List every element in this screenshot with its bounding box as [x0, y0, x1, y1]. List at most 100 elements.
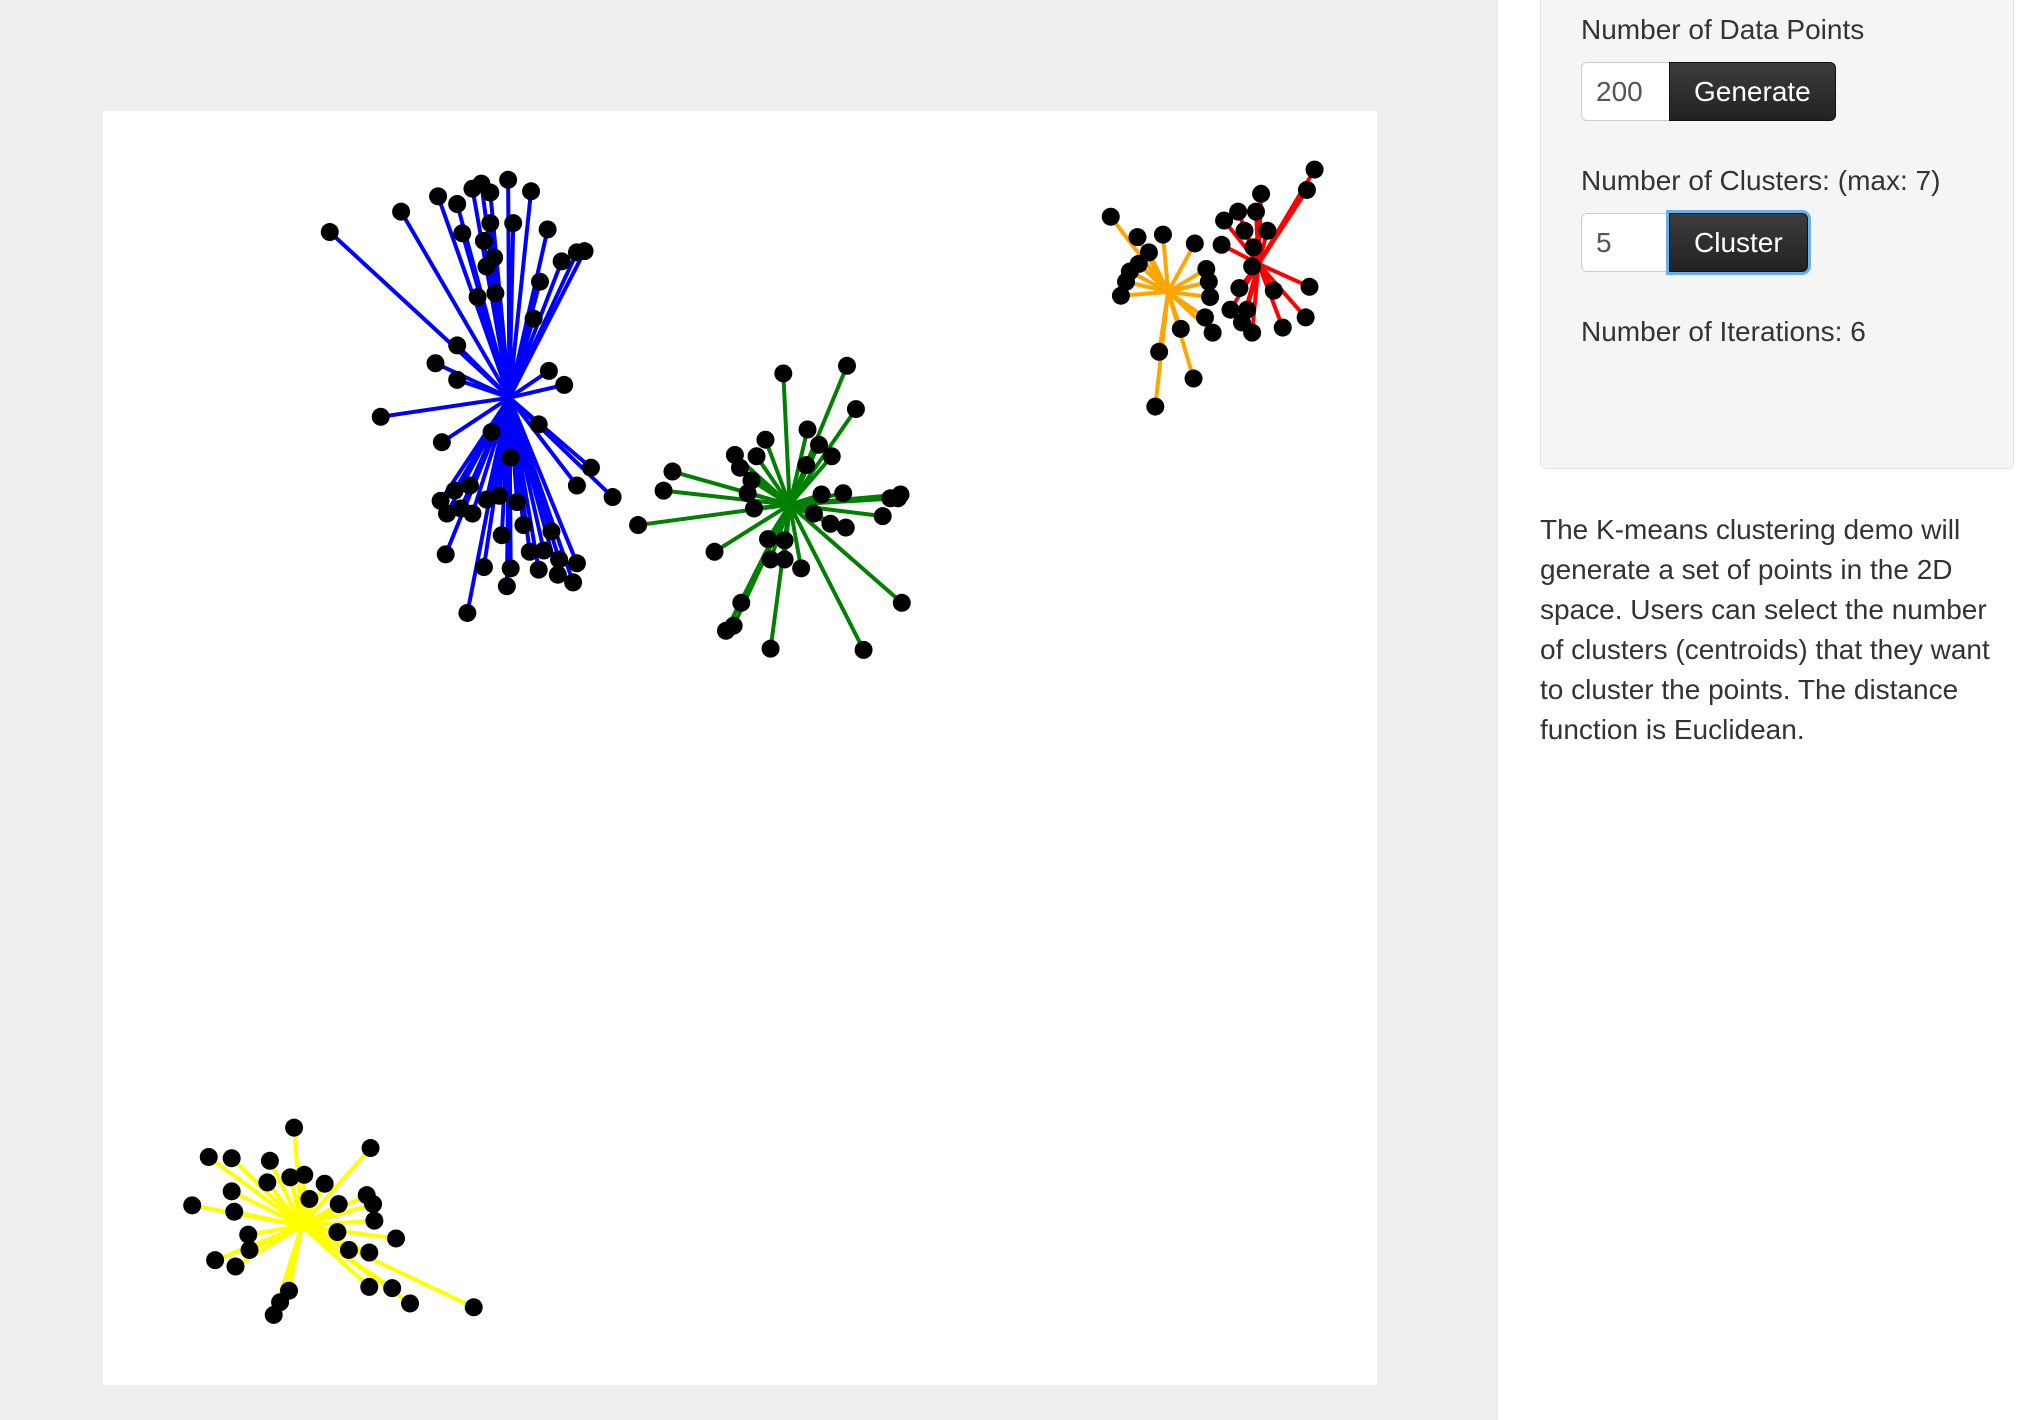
- data-point: [460, 476, 479, 495]
- data-point: [240, 1240, 259, 1259]
- data-point: [432, 433, 451, 452]
- data-point: [392, 202, 411, 221]
- data-point: [183, 1196, 202, 1215]
- cluster-lines: [191, 168, 1317, 1316]
- data-point: [1203, 323, 1222, 342]
- data-point: [1201, 288, 1220, 307]
- data-point: [804, 504, 823, 523]
- data-point: [464, 1298, 483, 1317]
- data-point: [629, 516, 648, 535]
- data-point: [774, 364, 793, 383]
- data-point: [1117, 272, 1136, 291]
- generate-button[interactable]: Generate: [1669, 62, 1836, 121]
- data-point: [761, 639, 780, 658]
- data-point: [1185, 234, 1204, 253]
- data-point: [371, 407, 390, 426]
- data-point: [1150, 342, 1169, 361]
- data-point: [821, 514, 840, 533]
- data-point: [320, 223, 339, 242]
- controls-panel: Number of Data Points Generate Number of…: [1540, 0, 2014, 469]
- data-point: [732, 593, 751, 612]
- data-point: [226, 1257, 245, 1276]
- data-point: [756, 430, 775, 449]
- data-point: [812, 485, 831, 504]
- data-point: [260, 1151, 279, 1170]
- data-point: [775, 550, 794, 569]
- data-point: [881, 489, 900, 508]
- data-point: [1153, 225, 1172, 244]
- data-point: [206, 1251, 225, 1270]
- clusters-input[interactable]: [1581, 213, 1669, 272]
- data-point: [222, 1182, 241, 1201]
- data-point: [514, 516, 533, 535]
- data-point: [1305, 160, 1324, 179]
- data-point: [339, 1240, 358, 1259]
- data-points-label: Number of Data Points: [1581, 14, 1865, 45]
- data-point: [401, 1294, 420, 1313]
- data-point: [567, 554, 586, 573]
- data-point: [1171, 319, 1190, 338]
- data-point: [564, 573, 583, 592]
- data-point: [654, 481, 673, 500]
- centroid-2: [785, 500, 794, 509]
- data-point: [1129, 254, 1148, 273]
- data-point: [1300, 277, 1319, 296]
- data-point: [315, 1174, 334, 1193]
- data-point: [501, 448, 520, 467]
- data-point: [1230, 279, 1249, 298]
- data-point: [448, 195, 467, 214]
- data-point: [486, 284, 505, 303]
- clusters-label: Number of Clusters: (max: 7): [1581, 165, 1941, 196]
- data-point: [436, 545, 455, 564]
- data-point: [239, 1225, 258, 1244]
- data-point: [448, 336, 467, 355]
- data-point: [1273, 318, 1292, 337]
- data-point: [873, 507, 892, 526]
- data-point: [1244, 238, 1263, 257]
- data-point: [1264, 281, 1283, 300]
- data-point: [603, 488, 622, 507]
- data-point: [1232, 313, 1251, 332]
- cluster-2-link-17: [637, 502, 790, 528]
- data-point: [663, 462, 682, 481]
- data-point: [492, 526, 511, 545]
- data-point: [482, 423, 501, 442]
- data-point: [834, 484, 853, 503]
- data-point: [522, 182, 541, 201]
- data-points: [183, 160, 1324, 1324]
- data-point: [1296, 308, 1315, 327]
- data-point: [383, 1279, 402, 1298]
- data-point: [501, 559, 520, 578]
- data-point: [567, 476, 586, 495]
- data-points-input[interactable]: [1581, 62, 1669, 121]
- data-point: [581, 458, 600, 477]
- data-point: [1184, 369, 1203, 388]
- data-point: [716, 621, 735, 640]
- data-point: [552, 252, 571, 271]
- data-point: [364, 1195, 383, 1214]
- data-point: [360, 1277, 379, 1296]
- data-point: [468, 288, 487, 307]
- centroid-1: [505, 393, 514, 402]
- data-point: [426, 354, 445, 373]
- data-point: [1297, 180, 1316, 199]
- iterations-label: Number of Iterations: 6: [1581, 316, 1866, 347]
- data-point: [798, 420, 817, 439]
- data-point: [295, 1165, 314, 1184]
- data-point: [361, 1139, 380, 1158]
- data-point: [822, 447, 841, 466]
- data-point: [360, 1243, 379, 1262]
- data-point: [529, 560, 548, 579]
- data-point: [542, 522, 561, 541]
- data-point: [1196, 308, 1215, 327]
- data-point: [481, 183, 500, 202]
- cluster-button[interactable]: Cluster: [1669, 213, 1808, 272]
- data-point: [451, 499, 470, 518]
- data-point: [504, 214, 523, 233]
- data-point: [838, 356, 857, 375]
- data-point: [225, 1202, 244, 1221]
- sidebar: Number of Data Points Generate Number of…: [1498, 0, 2026, 1420]
- data-point: [387, 1229, 406, 1248]
- data-point: [474, 231, 493, 250]
- data-points-group: Generate: [1581, 62, 1836, 121]
